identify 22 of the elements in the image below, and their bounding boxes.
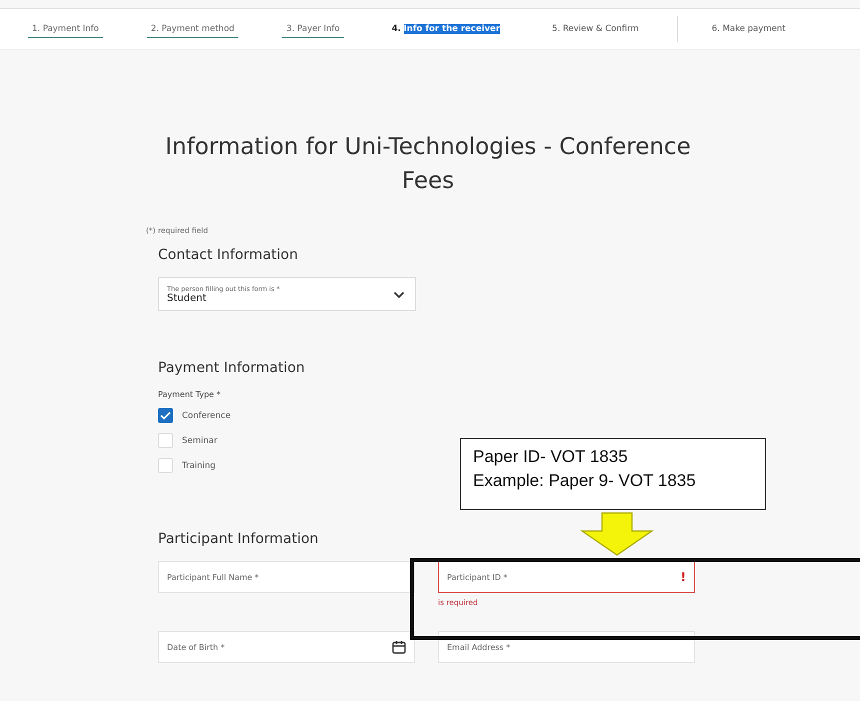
section-heading: Payment Information xyxy=(158,360,306,376)
step-tab[interactable]: 2. Payment method xyxy=(146,20,238,38)
checkbox-label: Seminar xyxy=(182,436,218,446)
input-field[interactable]: Participant ID * ! xyxy=(438,561,695,593)
checkbox-label: Conference xyxy=(182,410,231,420)
step-tab[interactable]: 3. Payer Info xyxy=(282,20,344,38)
checkbox[interactable] xyxy=(158,408,173,423)
section-heading: Participant Information xyxy=(158,531,320,547)
step-tab[interactable]: 6. Make payment xyxy=(708,21,790,37)
annotation-text: Example: Paper 9- VOT 1835 xyxy=(473,471,697,491)
step-tab[interactable]: 5. Review & Confirm xyxy=(548,21,643,37)
section-heading: Contact Information xyxy=(158,247,299,263)
payment-type-label: Payment Type * xyxy=(158,390,222,399)
step-tab[interactable]: 1. Payment Info xyxy=(28,20,103,38)
input-field[interactable]: Participant Full Name * xyxy=(158,561,415,593)
calendar-icon xyxy=(392,640,406,654)
annotation-text: Paper ID- VOT 1835 xyxy=(473,447,629,467)
checkbox-label: Training xyxy=(182,460,216,470)
down-arrow-icon xyxy=(580,512,654,556)
chevron-down-icon xyxy=(393,291,405,299)
input-field[interactable]: Date of Birth * xyxy=(158,631,415,663)
page-title: Information for Uni-Technologies - Conference Fees xyxy=(164,133,692,196)
